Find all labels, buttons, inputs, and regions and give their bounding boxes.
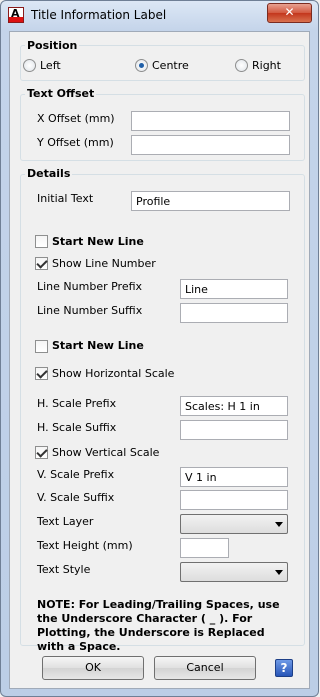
h-scale-suffix-input[interactable]: [180, 420, 288, 440]
initial-text-label: Initial Text: [37, 192, 94, 205]
radio-centre[interactable]: [135, 59, 148, 72]
radio-left[interactable]: [23, 59, 36, 72]
x-offset-input[interactable]: [131, 111, 290, 131]
window-title: Title Information Label: [31, 8, 167, 22]
start-new-line-2-checkbox[interactable]: [35, 340, 48, 353]
start-new-line-1-label[interactable]: Start New Line: [52, 235, 144, 248]
text-height-label: Text Height (mm): [37, 539, 133, 552]
close-button[interactable]: ✕: [267, 3, 312, 23]
h-scale-prefix-input[interactable]: Scales: H 1 in: [180, 396, 288, 416]
cancel-button[interactable]: Cancel: [154, 656, 256, 680]
chevron-down-icon: [275, 522, 283, 527]
show-line-number-label[interactable]: Show Line Number: [52, 257, 156, 270]
show-horizontal-scale-label[interactable]: Show Horizontal Scale: [52, 367, 174, 380]
text-style-label: Text Style: [37, 563, 91, 576]
y-offset-label: Y Offset (mm): [37, 136, 114, 149]
text-style-dropdown[interactable]: [180, 562, 288, 582]
ok-button[interactable]: OK: [42, 656, 144, 680]
text-offset-group-title: Text Offset: [25, 87, 97, 100]
line-number-prefix-label: Line Number Prefix: [37, 280, 143, 293]
app-icon: A: [8, 7, 24, 23]
v-scale-prefix-label: V. Scale Prefix: [37, 468, 115, 481]
radio-left-label[interactable]: Left: [40, 59, 61, 72]
show-vertical-scale-checkbox[interactable]: [35, 446, 48, 459]
y-offset-input[interactable]: [131, 135, 290, 155]
details-group-title: Details: [25, 167, 73, 180]
help-icon[interactable]: ?: [275, 659, 293, 677]
chevron-down-icon: [275, 570, 283, 575]
show-vertical-scale-label[interactable]: Show Vertical Scale: [52, 446, 159, 459]
h-scale-prefix-label: H. Scale Prefix: [37, 397, 117, 410]
note-text: NOTE: For Leading/Trailing Spaces, use t…: [37, 598, 280, 653]
title-bar[interactable]: A Title Information Label ✕: [1, 1, 318, 31]
v-scale-prefix-input[interactable]: V 1 in: [180, 467, 288, 487]
radio-right-label[interactable]: Right: [252, 59, 281, 72]
line-number-suffix-input[interactable]: [180, 303, 288, 323]
h-scale-suffix-label: H. Scale Suffix: [37, 421, 117, 434]
v-scale-suffix-input[interactable]: [180, 490, 288, 510]
line-number-prefix-input[interactable]: Line: [180, 279, 288, 299]
start-new-line-2-label[interactable]: Start New Line: [52, 339, 144, 352]
text-layer-label: Text Layer: [37, 515, 94, 528]
radio-right[interactable]: [235, 59, 248, 72]
start-new-line-1-checkbox[interactable]: [35, 235, 48, 248]
dialog-window: A Title Information Label ✕ Position Lef…: [0, 0, 319, 697]
text-layer-dropdown[interactable]: [180, 514, 288, 534]
show-line-number-checkbox[interactable]: [35, 257, 48, 270]
v-scale-suffix-label: V. Scale Suffix: [37, 491, 115, 504]
position-group-title: Position: [25, 39, 80, 52]
show-horizontal-scale-checkbox[interactable]: [35, 367, 48, 380]
x-offset-label: X Offset (mm): [37, 112, 115, 125]
radio-centre-label[interactable]: Centre: [152, 59, 189, 72]
initial-text-input[interactable]: Profile: [131, 191, 290, 211]
line-number-suffix-label: Line Number Suffix: [37, 304, 143, 317]
text-height-input[interactable]: [180, 538, 229, 558]
